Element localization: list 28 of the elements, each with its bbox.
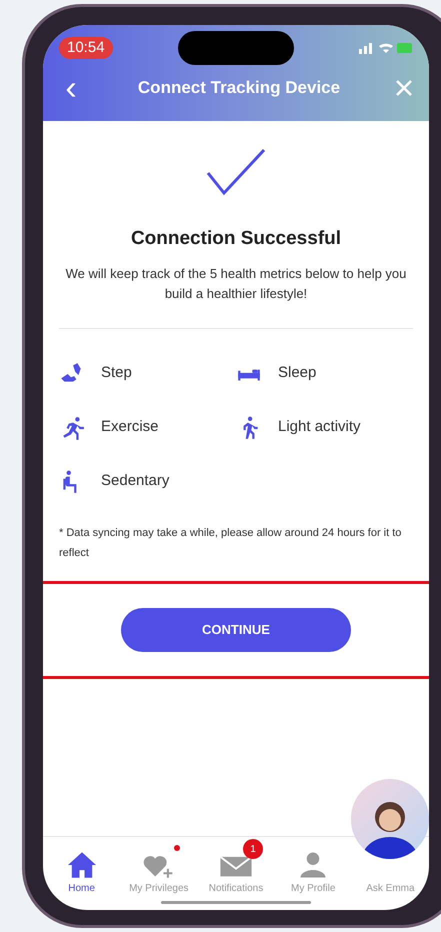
tab-item[interactable]: Ask Emma (352, 837, 429, 896)
tab-label: Home (68, 882, 95, 896)
metric-label: Sleep (278, 363, 316, 384)
tab-label: Ask Emma (366, 882, 415, 896)
success-message: We will keep track of the 5 health metrics below to help you build a healthier lifestyle! (64, 264, 408, 303)
tab-label: My Profile (290, 882, 336, 896)
tab-item[interactable]: My Profile (274, 837, 352, 896)
success-title: Connection Successful (130, 227, 342, 251)
tab-item[interactable]: Home (43, 837, 120, 896)
person-icon (298, 851, 328, 879)
notification-badge: 1 (243, 839, 263, 859)
back-button[interactable]: ‹ (59, 71, 83, 105)
tab-label: My Privileges (129, 882, 189, 896)
sync-note: * Data syncing may take a while, please allow around 24 hours for it to reflect (58, 526, 402, 560)
metric-label: Step (101, 363, 132, 384)
metric-label: Light activity (278, 417, 361, 438)
home-icon (66, 851, 98, 879)
metric-label: Sedentary (101, 471, 170, 492)
tab-item[interactable]: 1 Notifications (197, 837, 275, 896)
checkmark-icon (205, 147, 267, 197)
tab-item[interactable]: My Privileges (120, 837, 198, 896)
tab-label: Notifications (208, 882, 264, 896)
metric-label: Exercise (101, 417, 159, 438)
close-icon[interactable] (395, 79, 413, 97)
page-title: Connect Tracking Device (138, 77, 340, 100)
status-icons (358, 41, 413, 55)
status-time: 10:54 (59, 36, 113, 60)
continue-button[interactable]: CONTINUE (121, 608, 351, 652)
